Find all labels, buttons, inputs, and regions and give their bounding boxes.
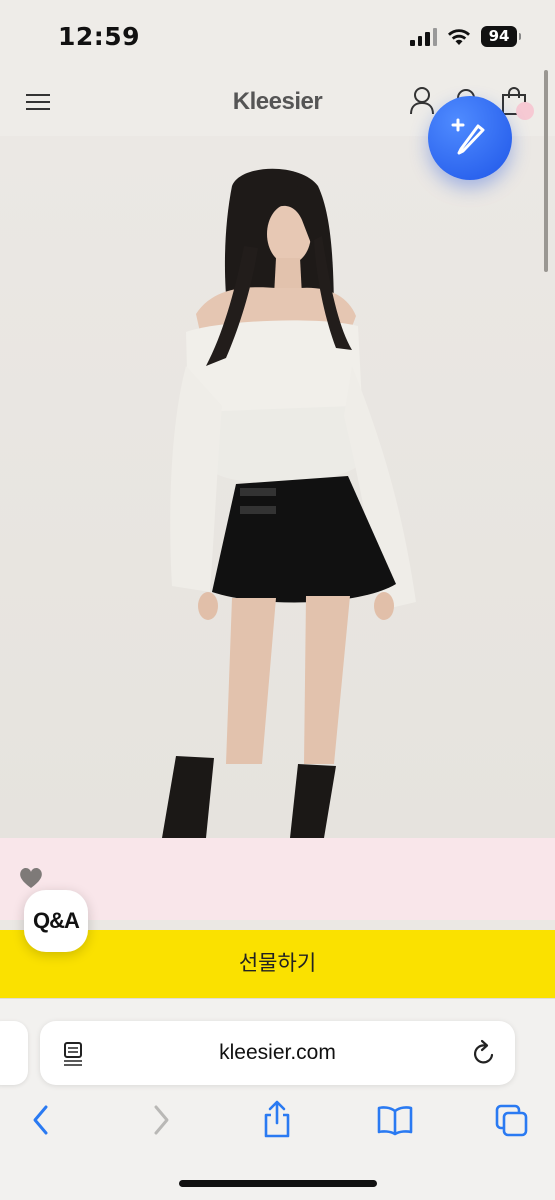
heart-icon[interactable]	[18, 866, 44, 890]
edit-pencil-plus-icon	[451, 118, 485, 155]
signal-icon	[410, 27, 437, 46]
tabs-icon[interactable]	[494, 1103, 530, 1139]
battery-icon: 94	[481, 26, 521, 47]
previous-tab-preview[interactable]	[0, 1021, 28, 1085]
forward-icon[interactable]	[148, 1103, 174, 1137]
bookmarks-icon[interactable]	[376, 1103, 414, 1137]
model-photo	[162, 168, 416, 838]
status-bar: 12:59 94	[0, 0, 555, 70]
wifi-icon	[448, 28, 470, 45]
edit-fab-button[interactable]	[428, 96, 512, 180]
reload-icon[interactable]	[471, 1039, 497, 1067]
share-icon[interactable]	[261, 1099, 293, 1139]
status-icons: 94	[410, 26, 521, 47]
address-bar[interactable]: kleesier.com	[40, 1021, 515, 1085]
cart-badge	[516, 102, 534, 120]
back-icon[interactable]	[28, 1103, 54, 1137]
url-text: kleesier.com	[219, 1041, 336, 1064]
status-time: 12:59	[58, 22, 141, 51]
product-image[interactable]	[0, 136, 555, 838]
qa-button[interactable]: Q&A	[24, 890, 88, 952]
home-indicator	[179, 1180, 377, 1187]
browser-toolbar: kleesier.com	[0, 998, 555, 1200]
page-scrollbar[interactable]	[544, 70, 548, 272]
